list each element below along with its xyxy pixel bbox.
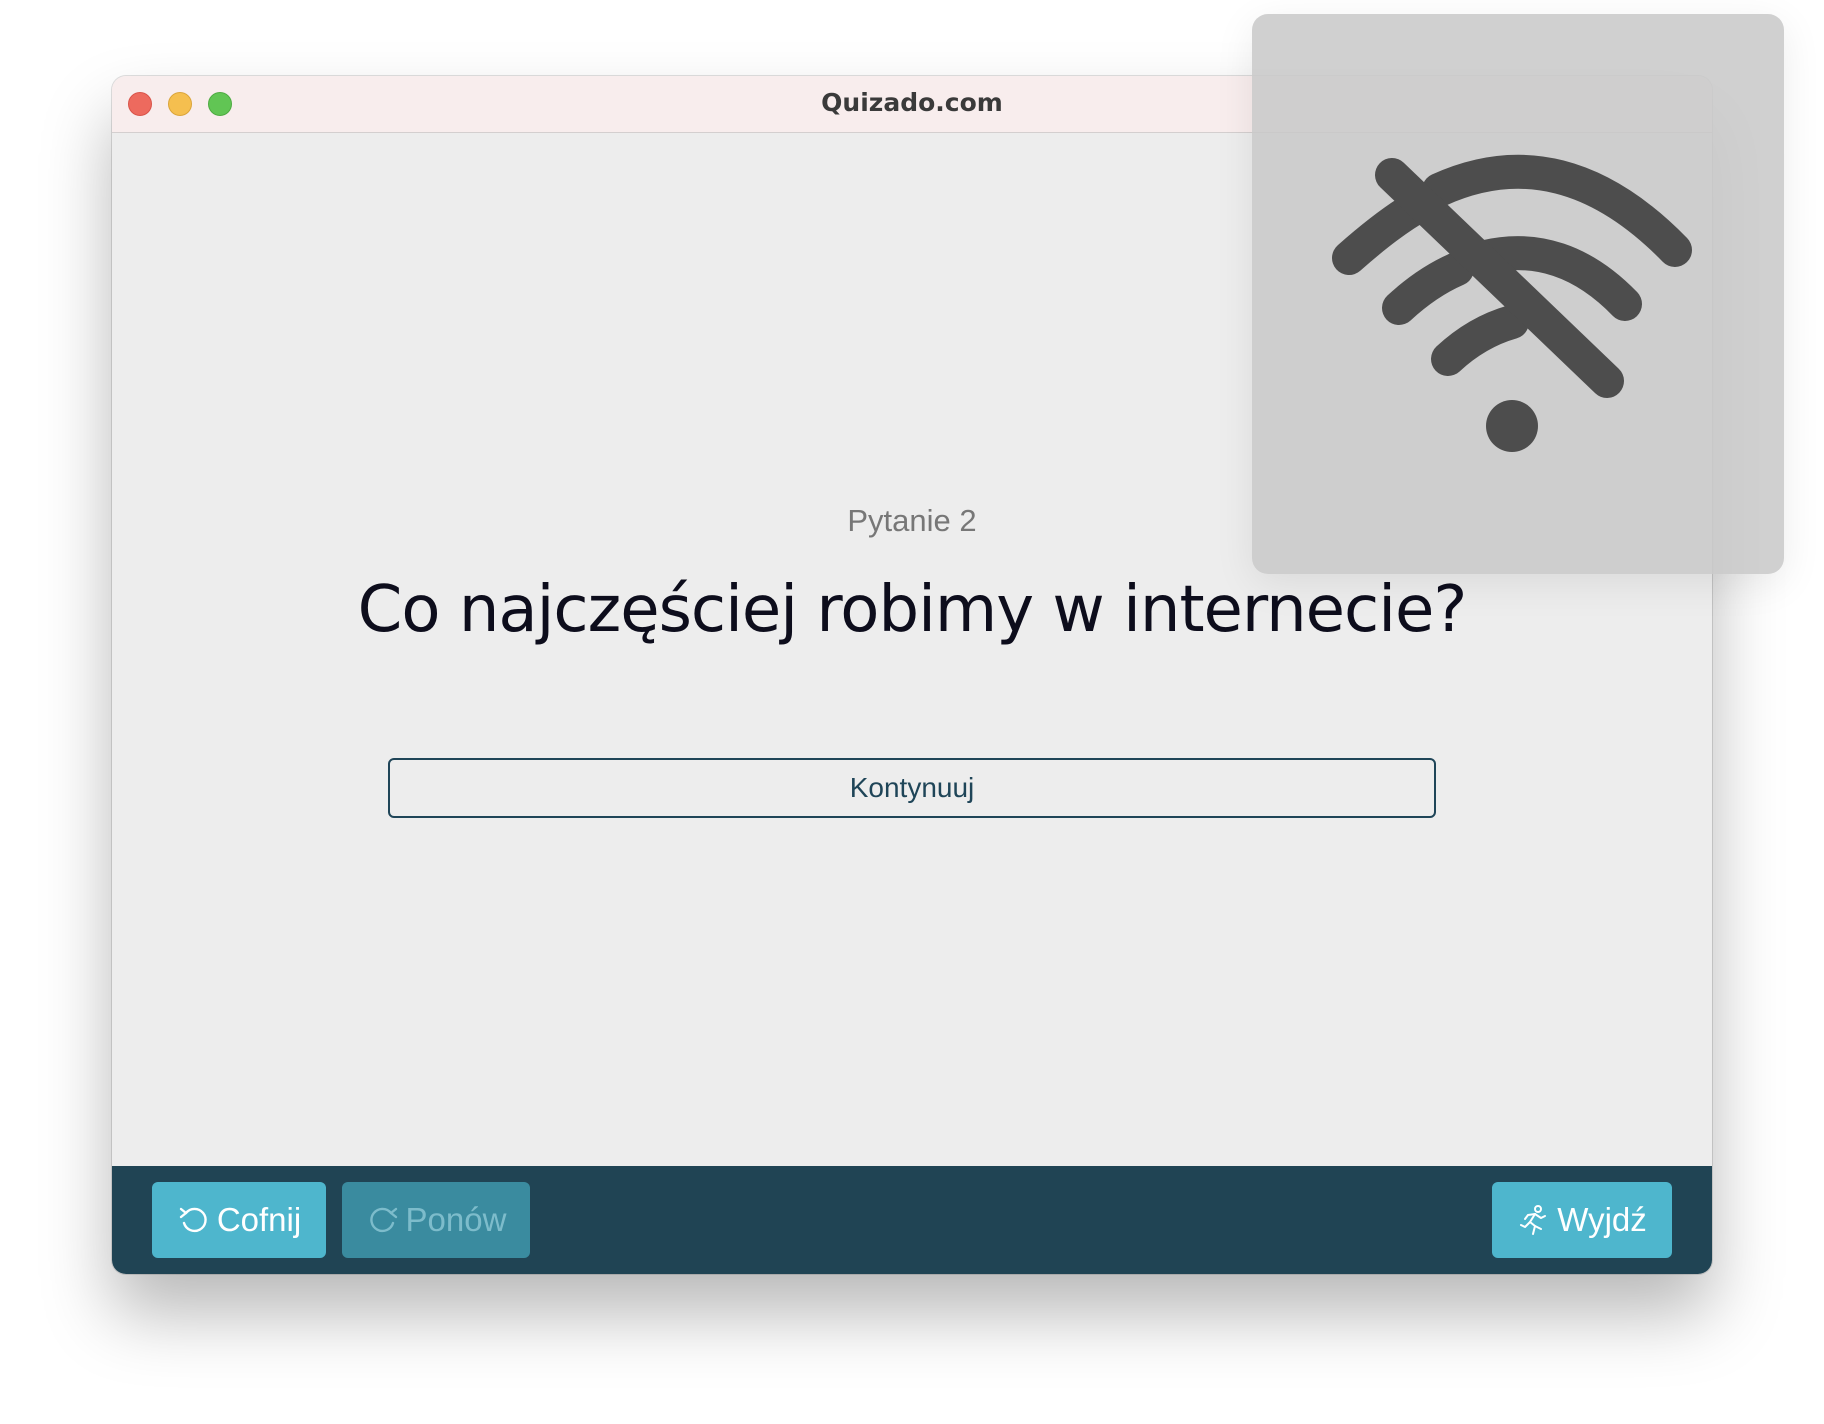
offline-indicator	[1252, 14, 1784, 574]
exit-label: Wyjdź	[1557, 1201, 1647, 1238]
footer-toolbar: Cofnij Ponów Wyjdź	[112, 1166, 1712, 1274]
redo-button[interactable]: Ponów	[342, 1182, 530, 1258]
exit-button[interactable]: Wyjdź	[1492, 1182, 1672, 1258]
redo-icon	[369, 1207, 397, 1233]
question-text: Co najczęściej robimy w internecie?	[357, 573, 1468, 647]
redo-label: Ponów	[405, 1201, 507, 1238]
continue-button[interactable]: Kontynuuj	[388, 758, 1436, 818]
wifi-off-icon	[1332, 154, 1692, 452]
running-person-icon	[1520, 1205, 1547, 1235]
undo-icon	[179, 1207, 207, 1233]
undo-label: Cofnij	[216, 1201, 302, 1238]
undo-button[interactable]: Cofnij	[152, 1182, 326, 1258]
